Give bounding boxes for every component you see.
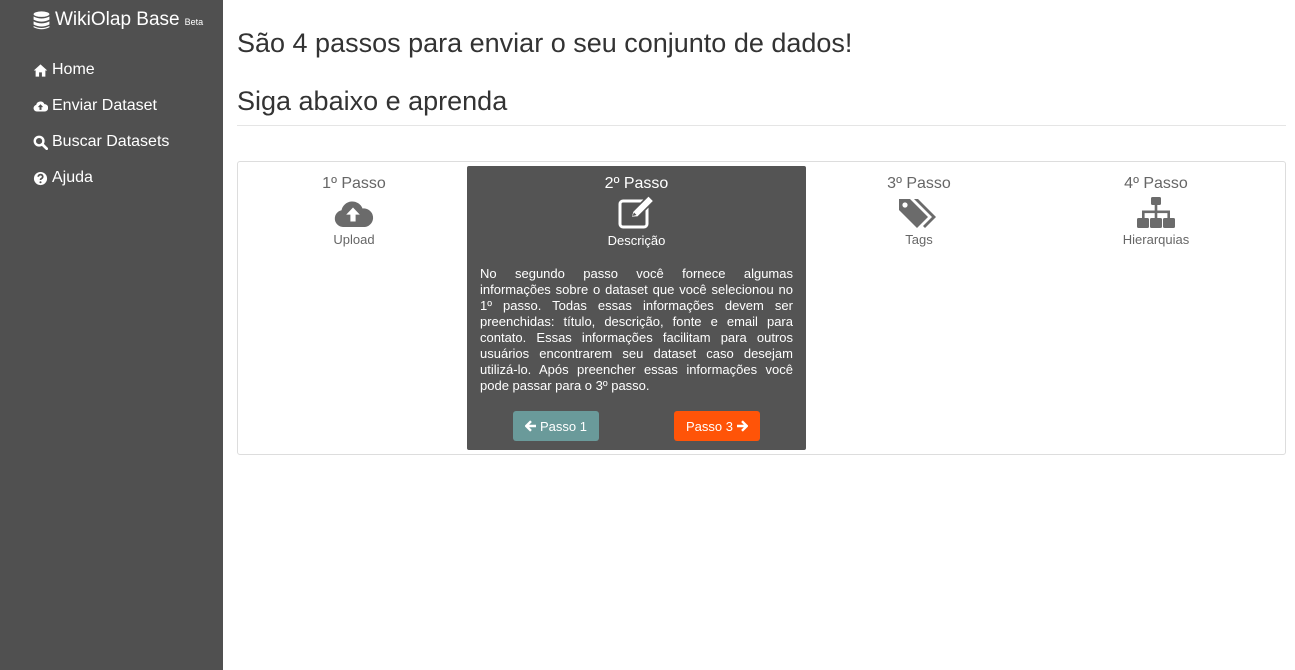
arrow-left-icon [525,420,536,432]
step-caption: Hierarquias [1122,232,1190,247]
sidebar-item-buscar-datasets[interactable]: Buscar Datasets [33,132,169,152]
tags-icon [899,199,936,228]
sidebar-item-label: Enviar Dataset [52,97,157,114]
step-4[interactable]: 4º Passo Hierarquias [1056,167,1256,247]
step-2-active: 2º Passo Descrição No segundo passo você… [467,166,806,450]
sidebar-item-home[interactable]: Home [33,60,169,80]
next-step-label: Passo 3 [686,418,733,434]
sidebar: WikiOlap Base Beta Home Enviar Dataset B… [0,0,223,670]
brand-name: WikiOlap Base [55,9,180,30]
step-title: 2º Passo [604,175,669,192]
sidebar-item-enviar-dataset[interactable]: Enviar Dataset [33,96,169,116]
home-icon [33,63,48,77]
search-icon [33,135,48,150]
page-title: São 4 passos para enviar o seu conjunto … [237,28,853,58]
step-title: 4º Passo [1124,175,1188,192]
step-caption: Tags [905,232,933,247]
edit-icon [618,196,655,229]
brand-badge: Beta [184,17,204,27]
step-1[interactable]: 1º Passo Upload [254,167,454,247]
step-title: 3º Passo [887,175,951,192]
cloud-upload-icon [334,201,374,227]
arrow-right-icon [736,420,748,432]
next-step-button[interactable]: Passo 3 [674,411,760,441]
database-icon [33,10,50,29]
sidebar-item-ajuda[interactable]: Ajuda [33,168,169,188]
step-description: No segundo passo você fornece algumas in… [480,266,793,393]
prev-step-label: Passo 1 [540,418,587,434]
steps-panel: 1º Passo Upload 2º Passo Descrição No se… [237,161,1286,455]
brand[interactable]: WikiOlap Base Beta [33,9,203,31]
sidebar-item-label: Buscar Datasets [52,133,170,150]
step-caption: Upload [333,232,375,247]
cloud-upload-icon [33,100,48,111]
prev-step-button[interactable]: Passo 1 [513,411,599,441]
step-title: 1º Passo [322,175,386,192]
question-circle-icon [33,171,48,185]
sitemap-icon [1137,197,1175,228]
page-subtitle: Siga abaixo e aprenda [237,86,508,116]
sidebar-item-label: Home [52,61,95,78]
divider [237,125,1286,126]
sidebar-nav: Home Enviar Dataset Buscar Datasets Ajud… [33,60,169,204]
sidebar-item-label: Ajuda [52,169,93,186]
step-3[interactable]: 3º Passo Tags [819,167,1019,247]
step-caption: Descrição [607,233,666,248]
